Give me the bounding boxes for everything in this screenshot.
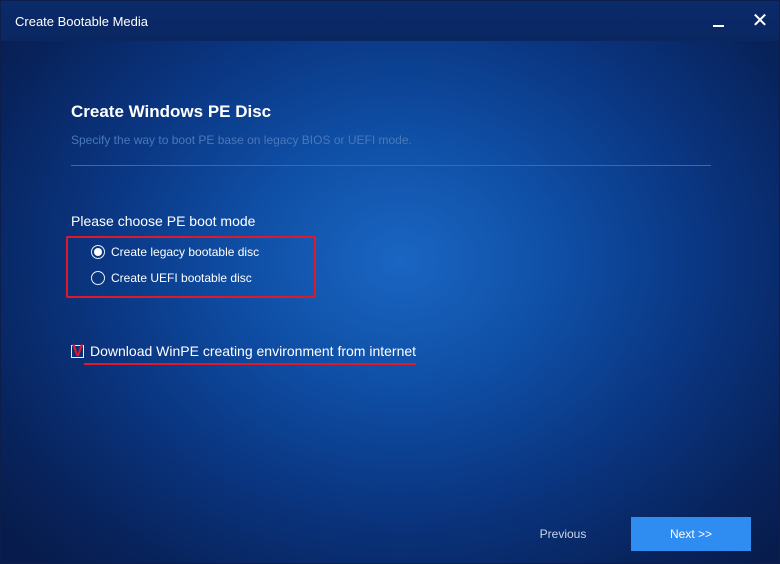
- header-divider: [71, 165, 711, 166]
- create-bootable-media-window: Create Bootable Media ✕ Create Windows P…: [0, 0, 780, 564]
- radio-legacy-bootable[interactable]: Create legacy bootable disc: [91, 244, 259, 260]
- annotation-underline: [84, 363, 416, 365]
- radio-selected-dot: [94, 248, 102, 256]
- radio-button-selected[interactable]: [91, 245, 105, 259]
- title-bar[interactable]: Create Bootable Media ✕: [1, 1, 779, 41]
- window-title: Create Bootable Media: [15, 14, 148, 29]
- page-title: Create Windows PE Disc: [71, 102, 272, 121]
- radio-button-unselected[interactable]: [91, 271, 105, 285]
- radio-uefi-label: Create UEFI bootable disc: [111, 271, 252, 285]
- previous-button[interactable]: Previous: [531, 517, 595, 551]
- radio-legacy-label: Create legacy bootable disc: [111, 245, 260, 259]
- close-button[interactable]: ✕: [749, 10, 771, 32]
- next-button[interactable]: Next >>: [631, 517, 751, 551]
- download-winpe-checkbox[interactable]: V: [71, 340, 84, 360]
- download-winpe-checkbox-row[interactable]: V Download WinPE creating environment fr…: [71, 340, 417, 360]
- download-winpe-label: Download WinPE creating environment from…: [90, 343, 417, 359]
- minimize-icon: [712, 24, 724, 27]
- page-subtitle: Specify the way to boot PE base on legac…: [71, 133, 412, 147]
- minimize-button[interactable]: [707, 10, 729, 32]
- radio-uefi-bootable[interactable]: Create UEFI bootable disc: [91, 270, 252, 286]
- checkmark-icon: V: [72, 340, 84, 360]
- boot-mode-label: Please choose PE boot mode: [71, 213, 256, 229]
- close-icon: ✕: [751, 10, 769, 32]
